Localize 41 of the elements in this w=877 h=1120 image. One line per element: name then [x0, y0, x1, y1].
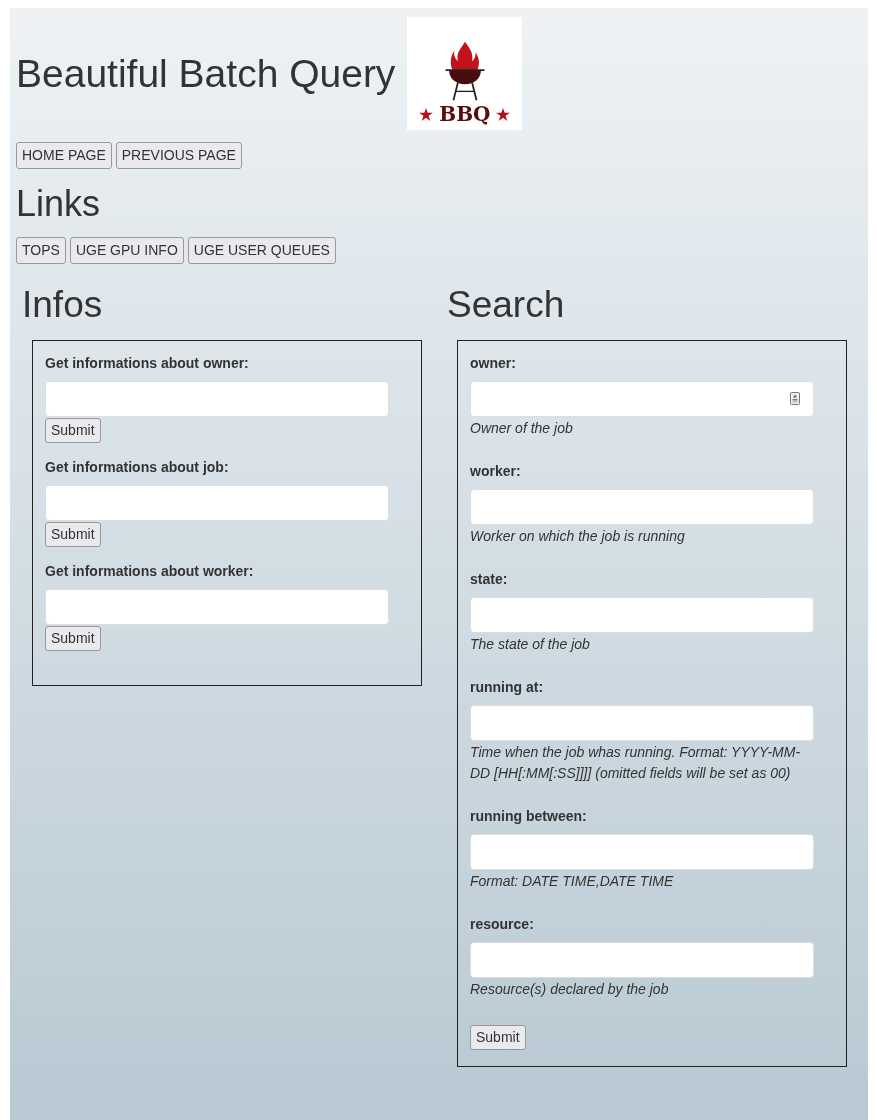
- submit-button[interactable]: Submit: [45, 522, 101, 547]
- field-label: resource:: [470, 916, 534, 932]
- field-label: running at:: [470, 679, 544, 695]
- contact-card-icon[interactable]: [790, 392, 800, 405]
- field-hint: The state of the job: [470, 635, 591, 654]
- form-label: Get informations about worker:: [45, 563, 254, 579]
- link-button[interactable]: UGE GPU INFO: [69, 237, 184, 264]
- field-hint: Owner of the job: [470, 419, 574, 438]
- input-field[interactable]: [470, 705, 814, 741]
- nav-button[interactable]: HOME PAGE: [16, 142, 112, 169]
- star-icon: [419, 107, 434, 121]
- input-field[interactable]: [470, 489, 814, 525]
- field-label: state:: [470, 571, 508, 587]
- field-hint: Format: DATE TIME,DATE TIME: [470, 872, 675, 891]
- submit-button[interactable]: Submit: [470, 1025, 526, 1050]
- input-field[interactable]: [470, 942, 814, 978]
- link-button[interactable]: TOPS: [16, 237, 66, 264]
- input-field[interactable]: [470, 834, 814, 870]
- form-label: Get informations about owner:: [45, 355, 249, 371]
- input-field[interactable]: [45, 589, 389, 625]
- field-hint: Time when the job whas running. Format: YYYY-MM-DD [HH[:MM[:SS]]]] (omitted fields will be set as 00): [470, 743, 802, 783]
- search-heading: Search: [447, 284, 566, 326]
- input-field[interactable]: [470, 381, 814, 417]
- input-field[interactable]: [45, 485, 389, 521]
- infos-heading: Infos: [22, 284, 104, 326]
- nav-button[interactable]: PREVIOUS PAGE: [115, 142, 242, 169]
- logo-text: BBQ: [439, 102, 491, 126]
- submit-button[interactable]: Submit: [45, 418, 101, 443]
- field-hint: Resource(s) declared by the job: [470, 980, 670, 999]
- link-button[interactable]: UGE USER QUEUES: [187, 237, 336, 264]
- field-label: owner:: [470, 355, 516, 371]
- star-icon: [496, 107, 511, 121]
- field-label: worker:: [470, 463, 521, 479]
- links-heading: Links: [16, 183, 102, 225]
- page-title: Beautiful Batch Query: [16, 51, 396, 96]
- input-field[interactable]: [470, 597, 814, 633]
- form-label: Get informations about job:: [45, 459, 229, 475]
- field-label: running between:: [470, 808, 587, 824]
- submit-button[interactable]: Submit: [45, 626, 101, 651]
- field-hint: Worker on which the job is running: [470, 527, 686, 546]
- input-field[interactable]: [45, 381, 389, 417]
